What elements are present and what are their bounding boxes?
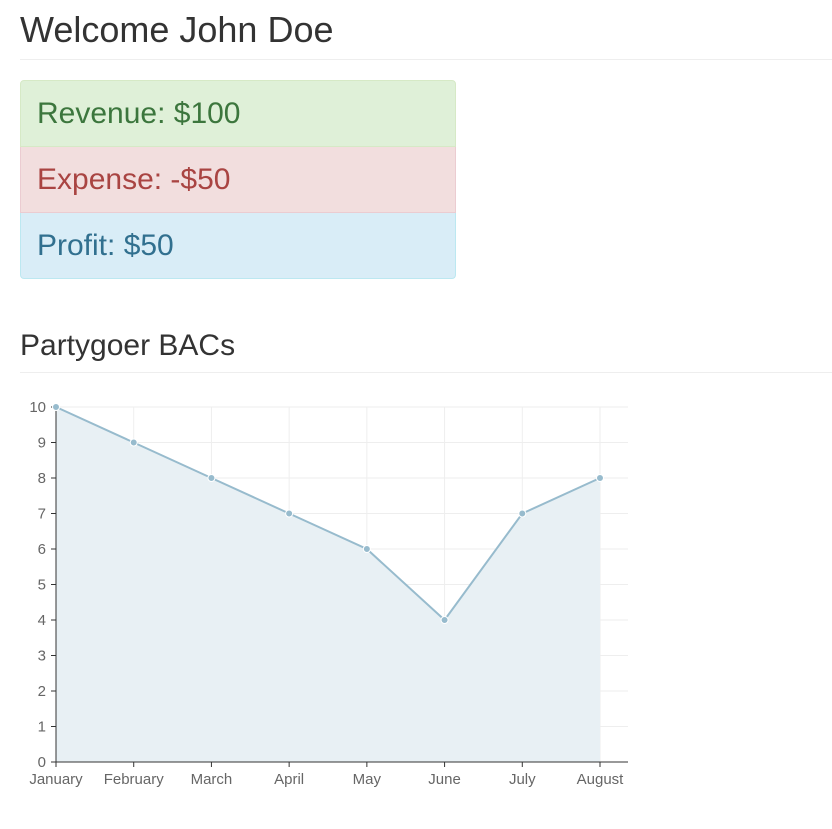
section-divider xyxy=(20,372,832,373)
y-tick-label: 1 xyxy=(38,719,46,736)
data-point xyxy=(285,509,294,518)
x-tick-label: August xyxy=(577,771,625,788)
data-point xyxy=(52,403,60,411)
y-tick-label: 5 xyxy=(38,577,46,594)
x-tick-label: June xyxy=(428,771,461,788)
x-tick-label: March xyxy=(191,771,233,788)
y-tick-label: 0 xyxy=(38,754,46,771)
title-divider xyxy=(20,59,832,60)
data-point xyxy=(129,438,138,447)
x-tick-label: July xyxy=(509,771,536,788)
y-tick-label: 3 xyxy=(38,648,46,665)
expense-item: Expense: -$50 xyxy=(20,147,456,213)
data-point xyxy=(207,474,216,482)
y-tick-label: 7 xyxy=(38,506,46,523)
y-tick-label: 6 xyxy=(38,541,46,558)
data-point xyxy=(440,616,449,624)
page-title: Welcome John Doe xyxy=(20,9,334,50)
data-point xyxy=(362,545,371,553)
x-tick-label: January xyxy=(29,771,83,788)
y-tick-label: 10 xyxy=(29,399,46,416)
data-point xyxy=(518,509,527,518)
chart-section-title: Partygoer BACs xyxy=(20,329,236,362)
series-area xyxy=(56,407,600,762)
y-tick-label: 4 xyxy=(38,612,46,629)
x-tick-label: April xyxy=(274,771,304,788)
profit-item: Profit: $50 xyxy=(20,213,456,279)
x-tick-label: May xyxy=(353,771,382,788)
data-point xyxy=(596,474,604,482)
y-tick-label: 2 xyxy=(38,683,46,700)
revenue-item: Revenue: $100 xyxy=(20,80,456,147)
bac-line-chart: 0 1 2 3 4 5 6 7 8 9 10 January February March April May… xyxy=(29,399,628,788)
y-tick-label: 9 xyxy=(38,435,46,452)
summary-list: Revenue: $100 Expense: -$50 Profit: $50 xyxy=(20,80,456,279)
x-tick-label: February xyxy=(104,771,165,788)
y-tick-label: 8 xyxy=(38,470,46,487)
